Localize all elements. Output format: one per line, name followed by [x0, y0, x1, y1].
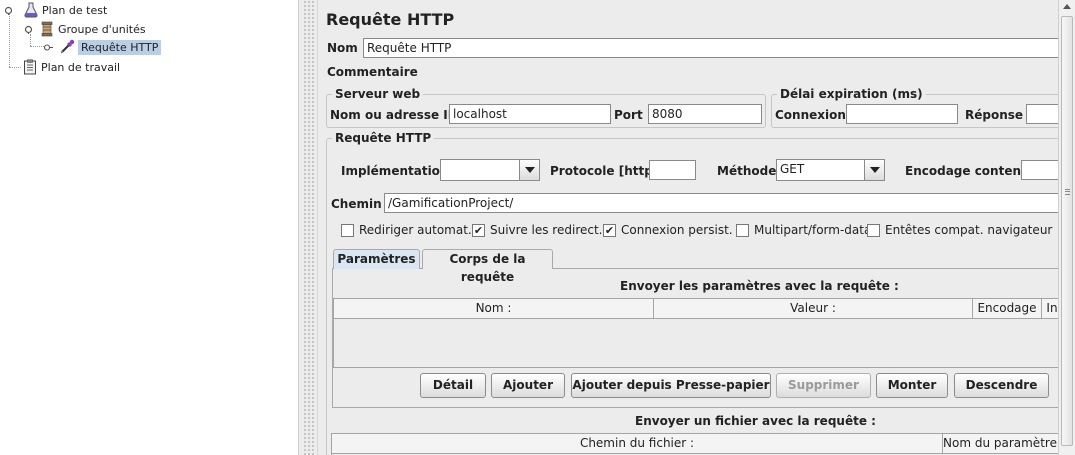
multipart-checkbox[interactable]: Multipart/form-data [736, 223, 871, 237]
checkbox-label: Connexion persist. [621, 223, 733, 237]
method-select[interactable]: GET [776, 159, 885, 181]
checkbox-label: Suivre les redirect. [490, 223, 603, 237]
checkbox-box[interactable]: ✔ [472, 223, 485, 237]
flask-icon [24, 2, 38, 18]
checkbox-label: Rediriger automat. [359, 223, 472, 237]
name-field[interactable]: Requête HTTP [363, 38, 1063, 58]
checkbox-box[interactable] [867, 223, 880, 237]
host-field[interactable]: localhost [449, 104, 611, 124]
split-pane-divider[interactable] [298, 0, 318, 455]
scrollbar-thumb[interactable] [1061, 16, 1073, 446]
timeout-legend: Délai expiration (ms) [777, 87, 926, 101]
connect-timeout-label: Connexion : [775, 108, 855, 122]
connect-timeout-field[interactable] [846, 104, 958, 124]
splitter-grip[interactable] [303, 0, 315, 455]
content-encoding-label: Encodage contenu : [905, 164, 1039, 178]
http-request-legend: Requête HTTP [332, 131, 435, 145]
expand-toggle-icon[interactable] [24, 25, 33, 34]
tab-parameters[interactable]: Paramètres [333, 249, 420, 269]
tree-item-thread-group[interactable]: Groupe d'unités [24, 20, 146, 38]
detail-button[interactable]: Détail [420, 373, 486, 398]
name-label: Nom : [327, 41, 367, 55]
column-header-encoding[interactable]: Encodage [973, 299, 1042, 319]
response-timeout-label: Réponse : [965, 108, 1033, 122]
column-header-param-name[interactable]: Nom du paramètre : [943, 434, 1062, 454]
spool-icon [41, 21, 53, 37]
files-table[interactable]: Chemin du fichier : Nom du paramètre : [331, 433, 1062, 455]
tree-connector [30, 46, 44, 47]
method-value: GET [780, 162, 805, 176]
panel-title: Requête HTTP [326, 10, 455, 29]
chevron-down-icon[interactable] [864, 160, 884, 180]
tree-item-label: Plan de test [42, 3, 108, 17]
checkbox-label: Entêtes compat. navigateur [885, 223, 1053, 237]
chevron-down-icon[interactable] [519, 160, 539, 180]
path-label: Chemin : [331, 197, 391, 211]
tree-connector [9, 14, 10, 67]
clipboard-icon [24, 59, 36, 75]
implementation-select[interactable] [440, 159, 540, 181]
move-down-button[interactable]: Descendre [954, 373, 1049, 398]
expand-toggle-icon[interactable] [4, 6, 13, 15]
tree-connector [9, 67, 21, 68]
tree-item-workbench[interactable]: Plan de travail [22, 58, 120, 76]
column-header-name[interactable]: Nom : [334, 299, 654, 319]
keep-alive-checkbox[interactable]: ✔ Connexion persist. [603, 223, 733, 237]
port-label: Port : [614, 108, 652, 122]
protocol-field[interactable] [649, 160, 696, 180]
comments-field[interactable] [418, 62, 1058, 80]
test-plan-tree[interactable]: Plan de test Groupe d'unités Requête HTT… [0, 0, 298, 455]
checkbox-box[interactable] [736, 223, 749, 237]
column-header-value[interactable]: Valeur : [654, 299, 973, 319]
host-label: Nom ou adresse IP : [330, 108, 466, 122]
column-header-file-path[interactable]: Chemin du fichier : [332, 434, 943, 454]
parameters-table[interactable]: Nom : Valeur : Encodage In [333, 298, 1062, 368]
browser-headers-checkbox[interactable]: Entêtes compat. navigateur [867, 223, 1052, 237]
grip-icon [1065, 189, 1070, 195]
add-button[interactable]: Ajouter [491, 373, 565, 398]
delete-button[interactable]: Supprimer [776, 373, 871, 398]
scroll-up-arrow-icon[interactable] [1063, 4, 1071, 9]
pipette-icon [60, 39, 75, 54]
params-heading: Envoyer les paramètres avec la requête : [620, 279, 899, 293]
files-heading: Envoyer un fichier avec la requête : [635, 414, 876, 428]
tree-item-http-request[interactable]: Requête HTTP [44, 38, 162, 56]
leaf-node-icon [44, 43, 53, 51]
tree-item-label: Plan de travail [41, 60, 121, 74]
checkbox-box[interactable]: ✔ [603, 223, 616, 237]
port-field[interactable]: 8080 [648, 104, 762, 124]
checkbox-label: Multipart/form-data [754, 223, 872, 237]
auto-redirect-checkbox[interactable]: Rediriger automat. [341, 223, 472, 237]
vertical-scrollbar[interactable] [1058, 0, 1075, 455]
tab-request-body[interactable]: Corps de la requête [422, 249, 553, 284]
add-from-clipboard-button[interactable]: Ajouter depuis Presse-papier [571, 373, 771, 398]
web-server-legend: Serveur web [332, 87, 424, 101]
tree-item-label: Groupe d'unités [58, 22, 146, 36]
path-field[interactable]: /GamificationProject/ [384, 193, 1064, 213]
move-up-button[interactable]: Monter [876, 373, 948, 398]
tree-item-label: Requête HTTP [78, 39, 162, 55]
checkbox-box[interactable] [341, 223, 354, 237]
http-request-panel: Requête HTTP Nom : Requête HTTP Commenta… [318, 0, 1071, 455]
tree-item-test-plan[interactable]: Plan de test [4, 1, 107, 19]
follow-redirects-checkbox[interactable]: ✔ Suivre les redirect. [472, 223, 602, 237]
